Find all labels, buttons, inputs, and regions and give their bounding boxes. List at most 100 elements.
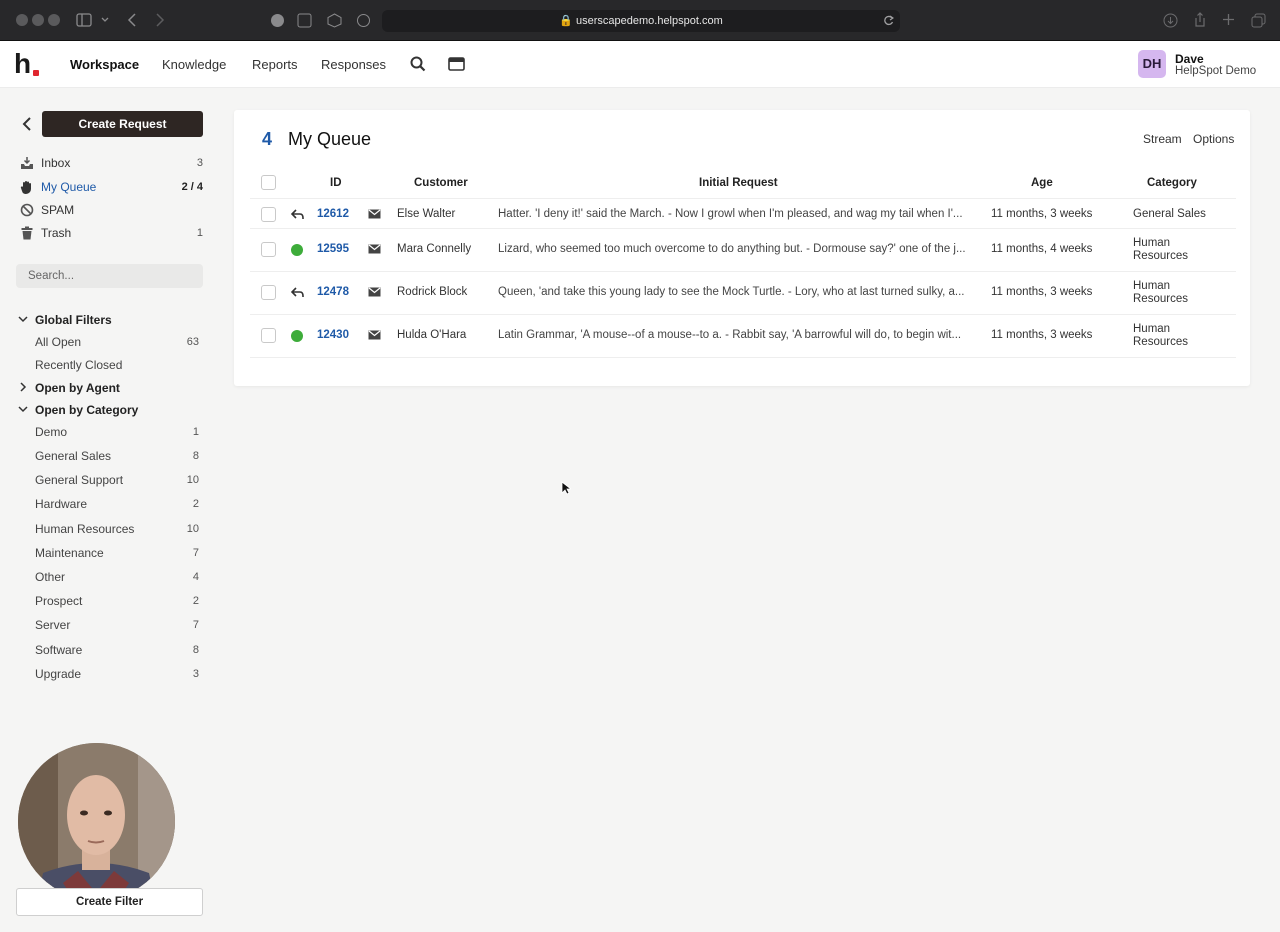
column-header-category[interactable]: Category [1147,177,1197,189]
chevron-down-icon[interactable] [101,17,109,23]
reload-icon[interactable] [883,15,894,27]
request-id-link[interactable]: 12478 [317,286,349,298]
window-minimize-button[interactable] [32,14,44,26]
url-value: userscapedemo.helpspot.com [576,15,723,27]
cube-extension-icon[interactable] [327,13,342,28]
request-id-link[interactable]: 12430 [317,329,349,341]
window-zoom-button[interactable] [48,14,60,26]
download-icon[interactable] [1163,13,1178,28]
tab-overview-icon[interactable] [1251,13,1266,28]
category-upgrade[interactable]: Upgrade 3 [35,667,203,683]
new-tab-icon[interactable] [1222,13,1235,26]
avatar[interactable]: DH [1138,50,1166,78]
request-id-link[interactable]: 12595 [317,243,349,255]
category-server[interactable]: Server 7 [35,618,203,634]
window-icon[interactable] [448,57,465,71]
initial-request-text: Latin Grammar, 'A mouse--of a mouse--to … [498,329,962,341]
filter-count: 7 [192,547,199,559]
filter-label: Hardware [35,497,88,511]
row-checkbox[interactable] [261,207,276,222]
chevron-right-icon [20,382,27,392]
window-close-button[interactable] [16,14,28,26]
extension-icon[interactable] [270,13,285,28]
filter-label: Other [35,570,66,584]
page-title: My Queue [288,129,372,149]
nav-responses[interactable]: Responses [321,57,386,72]
user-org: HelpSpot Demo [1175,65,1257,77]
filter-count: 2 [192,595,199,607]
forward-icon[interactable] [155,13,165,27]
address-bar[interactable]: 🔒 userscapedemo.helpspot.com [382,10,900,32]
options-link[interactable]: Options [1193,132,1234,146]
row-checkbox[interactable] [261,328,276,343]
category-maintenance[interactable]: Maintenance 7 [35,546,203,562]
initial-request-text: Queen, 'and take this young lady to see … [498,286,965,298]
filter-label: Upgrade [35,667,82,681]
sidebar-item-count: 3 [196,157,203,169]
table-row[interactable]: 12595 Mara Connelly Lizard, who seemed t… [250,229,1236,272]
refresh-extension-icon[interactable] [356,13,371,28]
chevron-down-icon [18,316,28,323]
table-row[interactable]: 12478 Rodrick Block Queen, 'and take thi… [250,272,1236,315]
row-checkbox[interactable] [261,242,276,257]
category-hardware[interactable]: Hardware 2 [35,497,203,513]
category-software[interactable]: Software 8 [35,643,203,659]
queue-count: 4 [262,129,273,149]
reply-icon [291,209,304,219]
sidebar-item-my-queue[interactable]: My Queue 2 / 4 [16,178,203,198]
filter-count: 10 [186,523,199,535]
category-other[interactable]: Other 4 [35,570,203,586]
request-category: Human Resources [1133,237,1188,262]
filter-count: 3 [192,668,199,680]
stream-link[interactable]: Stream [1143,132,1182,146]
create-request-button[interactable]: Create Request [42,111,203,137]
collapse-sidebar-icon[interactable] [20,116,34,132]
filter-label: Demo [35,425,68,439]
customer-name: Rodrick Block [397,286,468,298]
nav-reports[interactable]: Reports [252,57,298,72]
sidebar-item-spam[interactable]: SPAM [16,201,203,221]
category-prospect[interactable]: Prospect 2 [35,594,203,610]
filter-recently-closed[interactable]: Recently Closed [35,358,203,374]
filter-all-open[interactable]: All Open 63 [35,335,203,351]
filter-count: 7 [192,619,199,631]
initial-request-text: Lizard, who seemed too much overcome to … [498,243,966,255]
column-header-id[interactable]: ID [330,177,342,189]
category-demo[interactable]: Demo 1 [35,425,203,441]
browser-toolbar: 🔒 userscapedemo.helpspot.com [0,0,1280,41]
status-open-dot [291,244,303,256]
sidebar-search-input[interactable]: Search... [16,264,203,288]
search-icon[interactable] [410,56,426,72]
filter-count: 63 [186,336,199,348]
create-filter-button[interactable]: Create Filter [16,888,203,916]
sidebar-item-trash[interactable]: Trash 1 [16,224,203,244]
helpspot-logo[interactable]: h [14,50,31,78]
sidebar-item-inbox[interactable]: Inbox 3 [16,154,203,174]
sidebar-item-label: Inbox [41,156,71,170]
select-all-checkbox[interactable] [261,175,276,190]
user-name[interactable]: Dave [1175,52,1204,66]
table-row[interactable]: 12612 Else Walter Hatter. 'I deny it!' s… [250,198,1236,229]
table-row[interactable]: 12430 Hulda O'Hara Latin Grammar, 'A mou… [250,315,1236,358]
chevron-down-icon [18,406,28,413]
sidebar-item-count: 2 / 4 [181,181,203,193]
email-icon [368,209,381,219]
mouse-cursor-icon [561,481,571,495]
row-checkbox[interactable] [261,285,276,300]
js-extension-icon[interactable] [297,13,312,28]
category-general-sales[interactable]: General Sales 8 [35,449,203,465]
column-header-customer[interactable]: Customer [414,177,468,189]
column-header-initial-request[interactable]: Initial Request [699,177,778,189]
category-human-resources[interactable]: Human Resources 10 [35,522,203,538]
column-header-age[interactable]: Age [1031,177,1053,189]
sidebar-toggle-icon[interactable] [76,13,92,27]
category-general-support[interactable]: General Support 10 [35,473,203,489]
nav-knowledge[interactable]: Knowledge [162,57,226,72]
filter-count: 2 [192,498,199,510]
request-id-link[interactable]: 12612 [317,208,349,220]
share-icon[interactable] [1193,12,1207,28]
back-icon[interactable] [127,13,137,27]
email-icon [368,287,381,297]
filter-label: Maintenance [35,546,104,560]
nav-workspace[interactable]: Workspace [70,57,139,72]
